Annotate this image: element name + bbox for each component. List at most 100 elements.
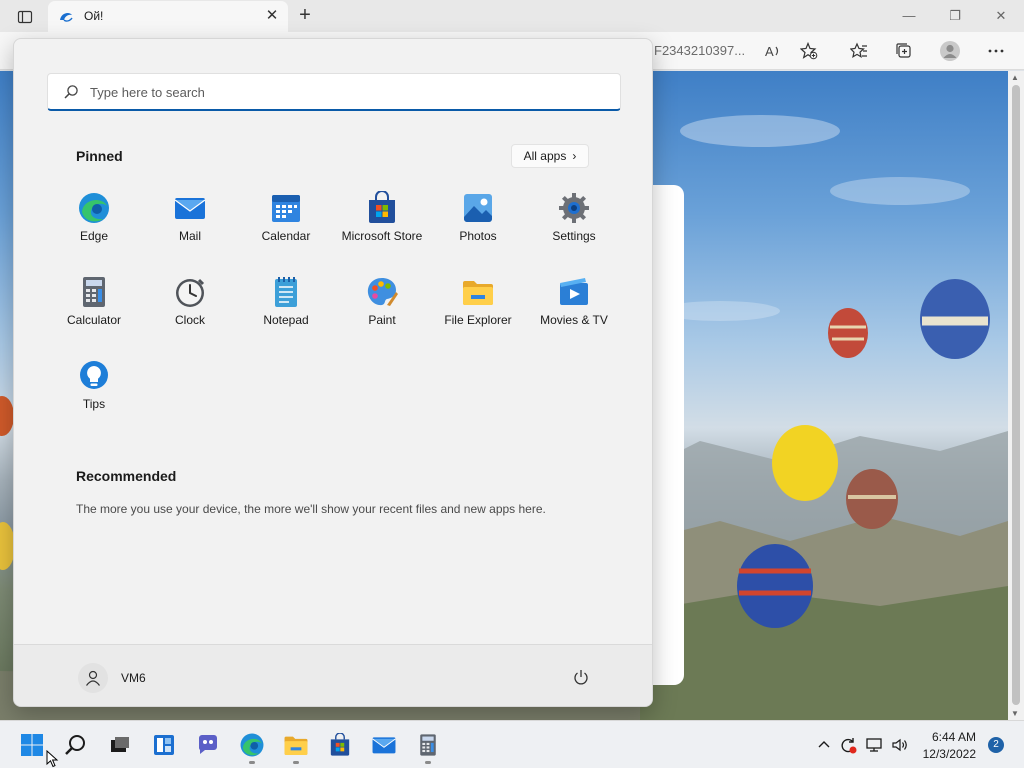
widgets-icon [154, 735, 174, 755]
close-window-button[interactable]: ✕ [978, 0, 1024, 32]
widgets-button[interactable] [148, 729, 180, 761]
notification-badge[interactable]: 2 [988, 737, 1004, 753]
pinned-app-photos[interactable]: Photos [430, 191, 526, 263]
pinned-app-microsoft-store[interactable]: Microsoft Store [334, 191, 430, 263]
user-avatar[interactable] [78, 663, 108, 693]
start-menu-footer: VM6 [14, 644, 652, 706]
app-label: Paint [368, 313, 396, 327]
add-favorite-icon[interactable] [798, 40, 820, 62]
taskbar: 6:44 AM 12/3/2022 2 [0, 720, 1024, 768]
tab-favicon-icon [60, 12, 73, 22]
sync-alert-icon [841, 738, 857, 754]
all-apps-button[interactable]: All apps › [511, 144, 589, 168]
recommended-heading: Recommended [76, 468, 177, 484]
clock-icon [176, 278, 205, 307]
search-placeholder: Type here to search [90, 85, 205, 100]
running-indicator [425, 761, 431, 764]
task-view-button[interactable] [104, 729, 136, 761]
user-name[interactable]: VM6 [121, 671, 146, 685]
scroll-up-icon[interactable]: ▲ [1011, 73, 1019, 82]
taskbar-file-explorer[interactable] [280, 729, 312, 764]
running-indicator [293, 761, 299, 764]
task-view-icon [111, 737, 129, 752]
scroll-down-icon[interactable]: ▼ [1011, 709, 1019, 718]
clock-time[interactable]: 6:44 AM [928, 730, 976, 744]
app-label: Settings [552, 229, 596, 243]
edge-icon [79, 193, 109, 223]
scrollbar-thumb[interactable] [1012, 85, 1020, 705]
taskbar-mail[interactable] [368, 729, 400, 761]
start-search-input[interactable]: Type here to search [47, 73, 621, 111]
chat-icon [199, 735, 217, 754]
taskbar-search-button[interactable] [60, 729, 92, 761]
pinned-app-clock[interactable]: Clock [142, 275, 238, 347]
network-tray[interactable] [864, 735, 884, 755]
clock-date[interactable]: 12/3/2022 [918, 747, 976, 761]
start-button[interactable] [16, 729, 48, 761]
store-icon [369, 191, 395, 223]
update-status-tray[interactable] [838, 735, 858, 755]
taskbar-edge[interactable] [236, 729, 268, 764]
address-bar-text[interactable]: F2343210397... [654, 43, 745, 58]
volume-tray[interactable] [890, 735, 910, 755]
pinned-app-calendar[interactable]: Calendar [238, 191, 334, 263]
movies-tv-icon [560, 278, 588, 305]
recommended-empty-text: The more you use your device, the more w… [76, 502, 546, 516]
profile-avatar[interactable] [939, 40, 961, 62]
new-tab-button[interactable]: + [294, 4, 316, 26]
settings-icon [559, 193, 589, 223]
power-button[interactable] [570, 666, 592, 688]
collections-icon[interactable] [893, 40, 915, 62]
app-label: Movies & TV [540, 313, 608, 327]
browser-tab[interactable]: Ой! ✕ [48, 1, 288, 32]
page-scrollbar[interactable]: ▲ ▼ [1008, 71, 1024, 720]
calculator-icon [420, 734, 436, 756]
restore-button[interactable]: ❐ [932, 0, 978, 32]
photos-icon [464, 194, 492, 222]
tab-title: Ой! [84, 9, 104, 23]
taskbar-store[interactable] [324, 729, 356, 761]
search-icon [65, 735, 85, 755]
taskbar-calculator[interactable] [412, 729, 444, 764]
app-label: Notepad [263, 313, 309, 327]
tab-close-icon[interactable]: ✕ [264, 8, 280, 24]
pinned-app-edge[interactable]: Edge [46, 191, 142, 263]
chevron-up-icon [818, 741, 830, 748]
app-label: Photos [459, 229, 497, 243]
user-icon [86, 670, 100, 686]
pinned-app-mail[interactable]: Mail [142, 191, 238, 263]
chat-button[interactable] [192, 729, 224, 761]
app-label: File Explorer [444, 313, 512, 327]
tab-actions-icon [17, 10, 33, 24]
all-apps-label: All apps [523, 149, 567, 163]
favorites-icon[interactable] [848, 40, 870, 62]
app-label: Calendar [261, 229, 311, 243]
pinned-app-movies-tv[interactable]: Movies & TV [526, 275, 622, 347]
pinned-app-file-explorer[interactable]: File Explorer [430, 275, 526, 347]
app-label: Microsoft Store [341, 229, 423, 243]
tips-icon [80, 361, 108, 389]
edge-icon [240, 733, 264, 757]
minimize-button[interactable]: — [886, 0, 932, 32]
pinned-app-settings[interactable]: Settings [526, 191, 622, 263]
pinned-app-tips[interactable]: Tips [46, 359, 142, 431]
pinned-app-notepad[interactable]: Notepad [238, 275, 334, 347]
app-label: Calculator [66, 313, 122, 327]
svg-text:A: A [765, 44, 774, 59]
show-hidden-icons[interactable] [814, 735, 834, 755]
mail-icon [372, 737, 396, 754]
notepad-icon [275, 277, 297, 307]
more-options-icon[interactable] [985, 40, 1007, 62]
file-explorer-icon [284, 736, 308, 755]
paint-icon [367, 278, 398, 306]
tab-actions-button[interactable] [8, 6, 42, 28]
mouse-cursor-icon [46, 750, 59, 768]
pinned-heading: Pinned [76, 148, 123, 164]
pinned-app-calculator[interactable]: Calculator [46, 275, 142, 347]
running-indicator [249, 761, 255, 764]
volume-icon [892, 738, 907, 752]
read-aloud-icon[interactable]: A [762, 40, 784, 62]
mail-icon [174, 198, 206, 219]
pinned-app-paint[interactable]: Paint [334, 275, 430, 347]
network-icon [866, 738, 882, 752]
